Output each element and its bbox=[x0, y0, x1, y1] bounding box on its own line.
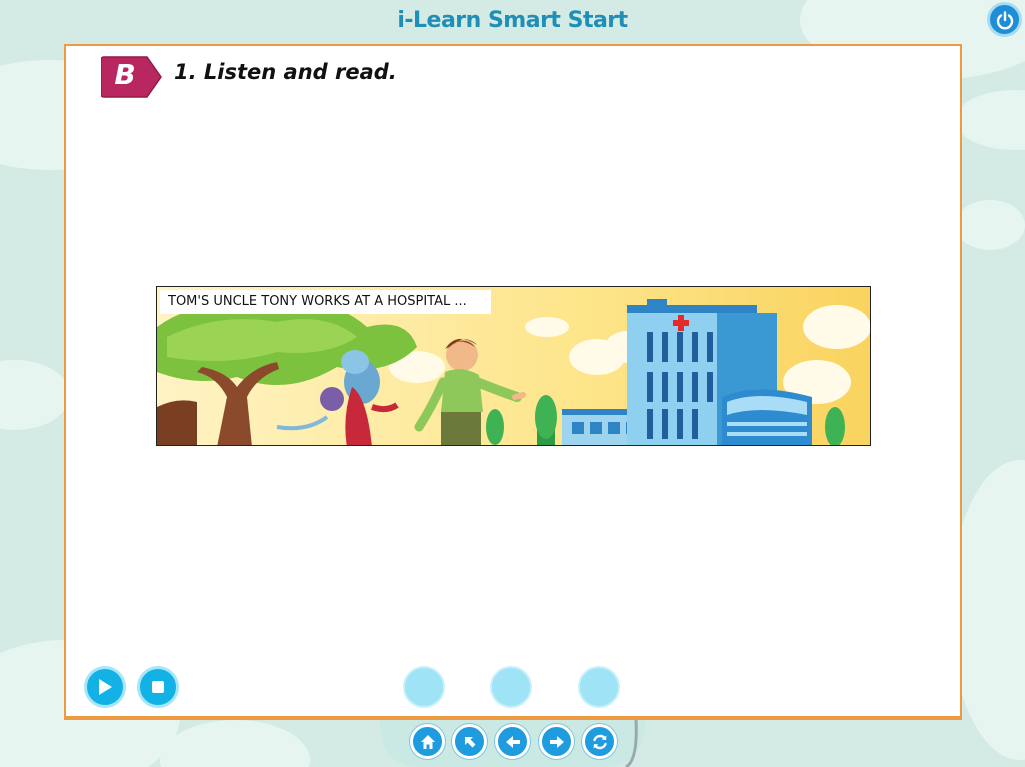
refresh-icon bbox=[592, 734, 607, 749]
arrow-right-icon bbox=[549, 735, 564, 748]
replay-button[interactable] bbox=[582, 724, 617, 759]
previous-button[interactable] bbox=[495, 724, 530, 759]
dot-button-2[interactable] bbox=[490, 666, 532, 708]
home-button[interactable] bbox=[410, 724, 445, 759]
stop-button[interactable] bbox=[137, 666, 179, 708]
home-icon bbox=[420, 734, 435, 749]
content-panel: B 1. Listen and read. TOM'S UNCLE TONY W… bbox=[64, 44, 962, 720]
stop-icon bbox=[152, 681, 164, 693]
back-to-start-button[interactable] bbox=[452, 724, 487, 759]
section-badge: B bbox=[100, 54, 163, 100]
arrow-left-icon bbox=[505, 735, 520, 748]
comic-panel: TOM'S UNCLE TONY WORKS AT A HOSPITAL ... bbox=[156, 286, 871, 446]
comic-caption: TOM'S UNCLE TONY WORKS AT A HOSPITAL ... bbox=[160, 290, 491, 314]
app-title: i-Learn Smart Start bbox=[397, 8, 628, 33]
power-button[interactable] bbox=[987, 2, 1022, 37]
dot-button-3[interactable] bbox=[578, 666, 620, 708]
play-button[interactable] bbox=[84, 666, 126, 708]
section-badge-letter: B bbox=[114, 58, 136, 91]
next-button[interactable] bbox=[539, 724, 574, 759]
instruction-text: 1. Listen and read. bbox=[174, 60, 397, 84]
play-icon bbox=[99, 679, 112, 695]
power-icon bbox=[996, 10, 1013, 29]
arrow-up-left-icon bbox=[464, 736, 475, 747]
dot-button-1[interactable] bbox=[403, 666, 445, 708]
nav-dock bbox=[380, 712, 646, 767]
